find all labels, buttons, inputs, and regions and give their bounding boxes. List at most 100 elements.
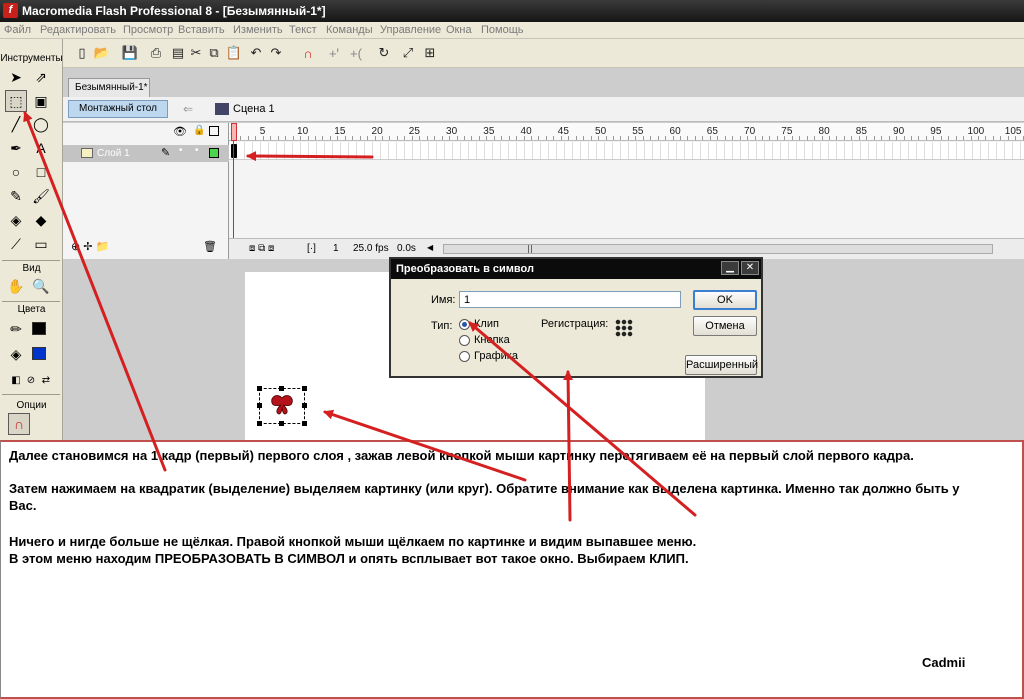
- stroke-color-swatch[interactable]: [32, 322, 46, 335]
- snap-magnet-icon[interactable]: ∩: [8, 413, 30, 435]
- paste-icon[interactable]: 📋: [225, 44, 243, 62]
- ruler-tick: [888, 136, 890, 140]
- ruler-tick: [724, 136, 726, 140]
- redo-icon[interactable]: ↷: [267, 44, 285, 62]
- registration-grid[interactable]: [615, 319, 633, 337]
- menu-commands[interactable]: Команды: [326, 24, 373, 36]
- ink-bottle-tool-icon[interactable]: ◈: [5, 209, 27, 231]
- scrollbar-grip[interactable]: [528, 245, 532, 253]
- outline-icon[interactable]: [209, 126, 219, 136]
- back-arrow-icon[interactable]: ⇐: [183, 102, 193, 116]
- edit-multiple-icon[interactable]: [·]: [307, 243, 316, 254]
- cut-icon[interactable]: ✂: [187, 44, 205, 62]
- frame-ruler[interactable]: 1510152025303540455055606570758085909510…: [229, 123, 1024, 141]
- paint-bucket-tool-icon[interactable]: ◆: [30, 209, 52, 231]
- type-graphic-radio[interactable]: [459, 351, 470, 362]
- text-tool-icon[interactable]: A: [30, 137, 52, 159]
- document-tab[interactable]: Безымянный-1*: [68, 78, 150, 97]
- save-icon[interactable]: 💾: [121, 44, 139, 62]
- visibility-dot[interactable]: •: [179, 145, 183, 156]
- ruler-tick: [843, 136, 845, 140]
- frames-track[interactable]: [229, 142, 1024, 160]
- eyedropper-tool-icon[interactable]: ⟋: [5, 233, 27, 255]
- undo-icon[interactable]: ↶: [247, 44, 265, 62]
- scroll-left-icon[interactable]: ◀: [427, 243, 435, 253]
- layer-color-box[interactable]: [209, 148, 219, 158]
- ruler-tick: [277, 136, 279, 140]
- advanced-button[interactable]: Расширенный: [685, 355, 758, 375]
- ruler-tick: [978, 136, 979, 140]
- ruler-tick: [396, 136, 398, 140]
- ruler-tick: [322, 136, 324, 140]
- menu-text[interactable]: Текст: [289, 24, 317, 36]
- type-movieclip-radio[interactable]: [459, 319, 470, 330]
- eraser-tool-icon[interactable]: ▭: [30, 233, 52, 255]
- lock-dot[interactable]: •: [195, 145, 199, 156]
- align-icon[interactable]: ⊞: [421, 44, 439, 62]
- timeline-scrollbar[interactable]: [443, 244, 993, 254]
- minimize-icon[interactable]: ▁: [721, 261, 739, 275]
- lasso-tool-icon[interactable]: ◯: [30, 113, 52, 135]
- onion-skin-icon[interactable]: ⧈ ⧉ ⧈: [249, 243, 274, 254]
- selected-symbol[interactable]: [257, 386, 307, 426]
- swap-colors-icon[interactable]: ⇄: [35, 369, 57, 391]
- ruler-tick: [471, 136, 473, 140]
- close-icon[interactable]: ✕: [741, 261, 759, 275]
- eye-icon[interactable]: 👁: [173, 125, 187, 138]
- add-layer-icon[interactable]: ⊕: [71, 241, 80, 253]
- arrow-tool-icon[interactable]: ➤: [5, 66, 27, 88]
- copy-icon[interactable]: ⧉: [205, 44, 223, 62]
- snap-icon[interactable]: ∩: [299, 44, 317, 62]
- type-button-radio[interactable]: [459, 335, 470, 346]
- name-input[interactable]: [459, 291, 681, 308]
- print-icon[interactable]: ⎙: [147, 44, 165, 62]
- ok-button[interactable]: OK: [693, 290, 757, 310]
- menu-edit[interactable]: Редактировать: [40, 24, 116, 36]
- menu-modify[interactable]: Изменить: [233, 24, 283, 36]
- lock-icon[interactable]: 🔒: [193, 125, 205, 136]
- new-icon[interactable]: ▯: [73, 44, 91, 62]
- menu-view[interactable]: Просмотр: [123, 24, 173, 36]
- stroke-color-icon: ✏: [10, 320, 22, 337]
- oval-tool-icon[interactable]: ○: [5, 161, 27, 183]
- line-tool-icon[interactable]: ╱: [5, 113, 27, 135]
- pen-tool-icon[interactable]: ✒: [5, 137, 27, 159]
- print-preview-icon[interactable]: ▤: [169, 44, 187, 62]
- ruler-tick: [590, 136, 592, 140]
- menu-insert[interactable]: Вставить: [178, 24, 225, 36]
- scene-label[interactable]: Сцена 1: [233, 103, 275, 115]
- type-button-label[interactable]: Кнопка: [474, 334, 510, 346]
- layer-name[interactable]: Слой 1: [97, 148, 130, 159]
- menu-file[interactable]: Файл: [4, 24, 31, 36]
- cancel-button[interactable]: Отмена: [693, 316, 757, 336]
- add-folder-icon[interactable]: 📁: [96, 241, 110, 253]
- stage-button[interactable]: Монтажный стол: [68, 100, 168, 118]
- subselect-tool-icon[interactable]: ⇗: [30, 66, 52, 88]
- pencil-tool-icon[interactable]: ✎: [5, 185, 27, 207]
- menu-window[interactable]: Окна: [446, 24, 472, 36]
- fill-transform-tool-icon[interactable]: ▣: [30, 90, 52, 112]
- type-movieclip-label[interactable]: Клип: [474, 318, 499, 330]
- ruler-tick: [337, 136, 339, 140]
- scale-icon[interactable]: ⤢: [399, 44, 417, 62]
- ruler-tick: [262, 136, 264, 140]
- menu-help[interactable]: Помощь: [481, 24, 524, 36]
- smooth-icon[interactable]: +ꞌ: [325, 44, 343, 62]
- rotate-icon[interactable]: ↻: [375, 44, 393, 62]
- free-transform-tool-icon[interactable]: ⬚: [5, 90, 27, 112]
- menu-control[interactable]: Управление: [380, 24, 441, 36]
- ruler-tick: [992, 136, 994, 140]
- fill-color-swatch[interactable]: [32, 347, 46, 360]
- hand-tool-icon[interactable]: ✋: [5, 275, 27, 297]
- layer-row[interactable]: Слой 1 ✎ • •: [63, 145, 229, 162]
- rectangle-tool-icon[interactable]: □: [30, 161, 52, 183]
- delete-layer-icon[interactable]: 🗑: [203, 240, 217, 253]
- ruler-tick: [314, 136, 316, 140]
- brush-tool-icon[interactable]: 🖌: [30, 185, 52, 207]
- straighten-icon[interactable]: +(: [347, 44, 365, 62]
- ruler-tick: [642, 136, 644, 140]
- add-guide-icon[interactable]: ✢: [83, 241, 92, 253]
- type-graphic-label[interactable]: Графика: [474, 350, 518, 362]
- open-icon[interactable]: 📂: [93, 44, 111, 62]
- zoom-tool-icon[interactable]: 🔍: [30, 275, 52, 297]
